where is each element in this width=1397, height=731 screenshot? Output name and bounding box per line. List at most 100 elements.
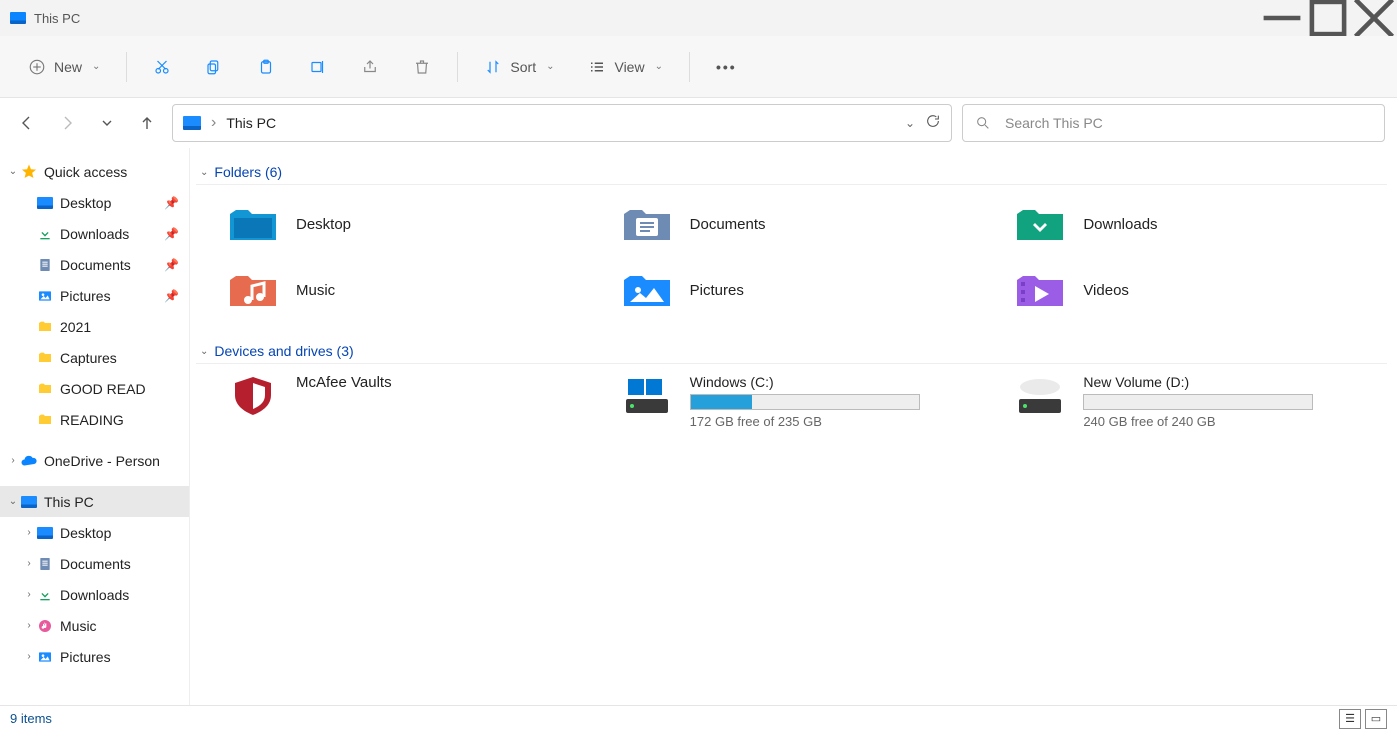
sidebar-item-label: Documents xyxy=(60,556,131,572)
cut-button[interactable] xyxy=(145,52,179,82)
chevron-down-icon: ⌄ xyxy=(655,61,663,72)
sidebar-item-2021[interactable]: 2021 xyxy=(0,311,189,342)
refresh-button[interactable] xyxy=(925,113,941,134)
sidebar-item-documents[interactable]: › Documents xyxy=(0,548,189,579)
drive-icon xyxy=(1013,374,1067,416)
desktop-icon xyxy=(36,194,54,212)
sidebar-item-captures[interactable]: Captures xyxy=(0,342,189,373)
sidebar-item-downloads[interactable]: Downloads 📌 xyxy=(0,218,189,249)
minimize-button[interactable] xyxy=(1259,0,1305,36)
folder-tile-desktop[interactable]: Desktop xyxy=(226,195,600,253)
chevron-right-icon[interactable]: › xyxy=(22,589,36,600)
chevron-right-icon[interactable]: › xyxy=(22,620,36,631)
drive-icon xyxy=(620,374,674,416)
sidebar-item-this-pc[interactable]: ⌄ This PC xyxy=(0,486,189,517)
section-header-drives[interactable]: ⌄ Devices and drives (3) xyxy=(196,337,1387,364)
share-button[interactable] xyxy=(353,52,387,82)
sidebar-item-quick-access[interactable]: ⌄ Quick access xyxy=(0,156,189,187)
paste-button[interactable] xyxy=(249,52,283,82)
drive-label: Windows (C:) xyxy=(690,374,920,390)
sort-button[interactable]: Sort ⌄ xyxy=(476,52,562,82)
drive-icon xyxy=(226,374,280,416)
new-label: New xyxy=(54,59,82,75)
folder-tile-music[interactable]: Music xyxy=(226,261,600,319)
desktop-icon xyxy=(36,524,54,542)
drive-free: 172 GB free of 235 GB xyxy=(690,414,920,429)
recent-locations-button[interactable] xyxy=(92,108,122,138)
folder-icon xyxy=(36,349,54,367)
sort-label: Sort xyxy=(510,59,536,75)
window-controls xyxy=(1259,0,1397,36)
chevron-right-icon[interactable]: › xyxy=(22,558,36,569)
folder-tile-documents[interactable]: Documents xyxy=(620,195,994,253)
drive-tile-new-volume-d-[interactable]: New Volume (D:)240 GB free of 240 GB xyxy=(1013,374,1387,444)
title-bar: This PC xyxy=(0,0,1397,36)
breadcrumb[interactable]: This PC xyxy=(226,115,276,131)
section-header-folders[interactable]: ⌄ Folders (6) xyxy=(196,158,1387,185)
back-button[interactable] xyxy=(12,108,42,138)
forward-button[interactable] xyxy=(52,108,82,138)
up-button[interactable] xyxy=(132,108,162,138)
rename-button[interactable] xyxy=(301,52,335,82)
search-box[interactable] xyxy=(962,104,1385,142)
folder-tile-videos[interactable]: Videos xyxy=(1013,261,1387,319)
address-history-button[interactable]: ⌄ xyxy=(905,116,915,130)
sidebar-item-good-read[interactable]: GOOD READ xyxy=(0,373,189,404)
downloads-big-icon xyxy=(1013,203,1067,245)
chevron-right-icon[interactable]: › xyxy=(22,651,36,662)
navigation-pane[interactable]: ⌄ Quick access Desktop📌Downloads📌Documen… xyxy=(0,148,190,705)
drive-tile-mcafee-vaults[interactable]: McAfee Vaults xyxy=(226,374,600,444)
sidebar-item-documents[interactable]: Documents📌 xyxy=(0,249,189,280)
documents-icon xyxy=(36,256,54,274)
downloads-icon xyxy=(36,586,54,604)
cloud-icon xyxy=(20,452,38,470)
drive-label: New Volume (D:) xyxy=(1083,374,1313,390)
view-label: View xyxy=(614,59,644,75)
sidebar-item-desktop[interactable]: › Desktop xyxy=(0,517,189,548)
documents-icon xyxy=(36,555,54,573)
pin-icon: 📌 xyxy=(164,289,179,303)
details-view-button[interactable]: ☰ xyxy=(1339,709,1361,729)
sidebar-item-onedrive[interactable]: › OneDrive - Person xyxy=(0,445,189,476)
sidebar-item-reading[interactable]: READING xyxy=(0,404,189,435)
pin-icon: 📌 xyxy=(164,227,179,241)
more-button[interactable]: ••• xyxy=(708,53,745,81)
address-bar[interactable]: › This PC ⌄ xyxy=(172,104,952,142)
sidebar-item-pictures[interactable]: ›Pictures xyxy=(0,641,189,672)
delete-button[interactable] xyxy=(405,52,439,82)
new-button[interactable]: New ⌄ xyxy=(20,52,108,82)
sidebar-item-label: Documents xyxy=(60,257,131,273)
sidebar-item-desktop[interactable]: Desktop📌 xyxy=(0,187,189,218)
chevron-down-icon: ⌄ xyxy=(200,346,208,357)
tile-label: Videos xyxy=(1083,282,1129,299)
sidebar-item-label: Downloads xyxy=(60,587,129,603)
pictures-icon xyxy=(36,287,54,305)
chevron-right-icon[interactable]: › xyxy=(22,527,36,538)
chevron-down-icon[interactable]: ⌄ xyxy=(6,496,20,507)
maximize-button[interactable] xyxy=(1305,0,1351,36)
content-pane[interactable]: ⌄ Folders (6) Desktop Documents Downloads M… xyxy=(190,148,1397,705)
sidebar-item-label: Downloads xyxy=(60,226,129,242)
drive-tile-windows-c-[interactable]: Windows (C:) 172 GB free of 235 GB xyxy=(620,374,994,444)
folder-tile-pictures[interactable]: Pictures xyxy=(620,261,994,319)
desktop-big-icon xyxy=(226,203,280,245)
sidebar-item-music[interactable]: ›Music xyxy=(0,610,189,641)
sidebar-item-label: READING xyxy=(60,412,124,428)
close-button[interactable] xyxy=(1351,0,1397,36)
command-bar: New ⌄ Sort ⌄ View ⌄ ••• xyxy=(0,36,1397,98)
folder-tile-downloads[interactable]: Downloads xyxy=(1013,195,1387,253)
search-input[interactable] xyxy=(1003,114,1372,132)
chevron-down-icon: ⌄ xyxy=(200,167,208,178)
copy-button[interactable] xyxy=(197,52,231,82)
pc-icon xyxy=(10,12,26,24)
sidebar-item-label: Desktop xyxy=(60,525,111,541)
capacity-bar xyxy=(690,394,920,410)
view-button[interactable]: View ⌄ xyxy=(580,52,670,82)
music-icon xyxy=(36,617,54,635)
pin-icon: 📌 xyxy=(164,196,179,210)
sidebar-item-downloads[interactable]: › Downloads xyxy=(0,579,189,610)
chevron-right-icon[interactable]: › xyxy=(6,455,20,466)
chevron-down-icon[interactable]: ⌄ xyxy=(6,166,20,177)
sidebar-item-pictures[interactable]: Pictures📌 xyxy=(0,280,189,311)
tiles-view-button[interactable]: ▭ xyxy=(1365,709,1387,729)
